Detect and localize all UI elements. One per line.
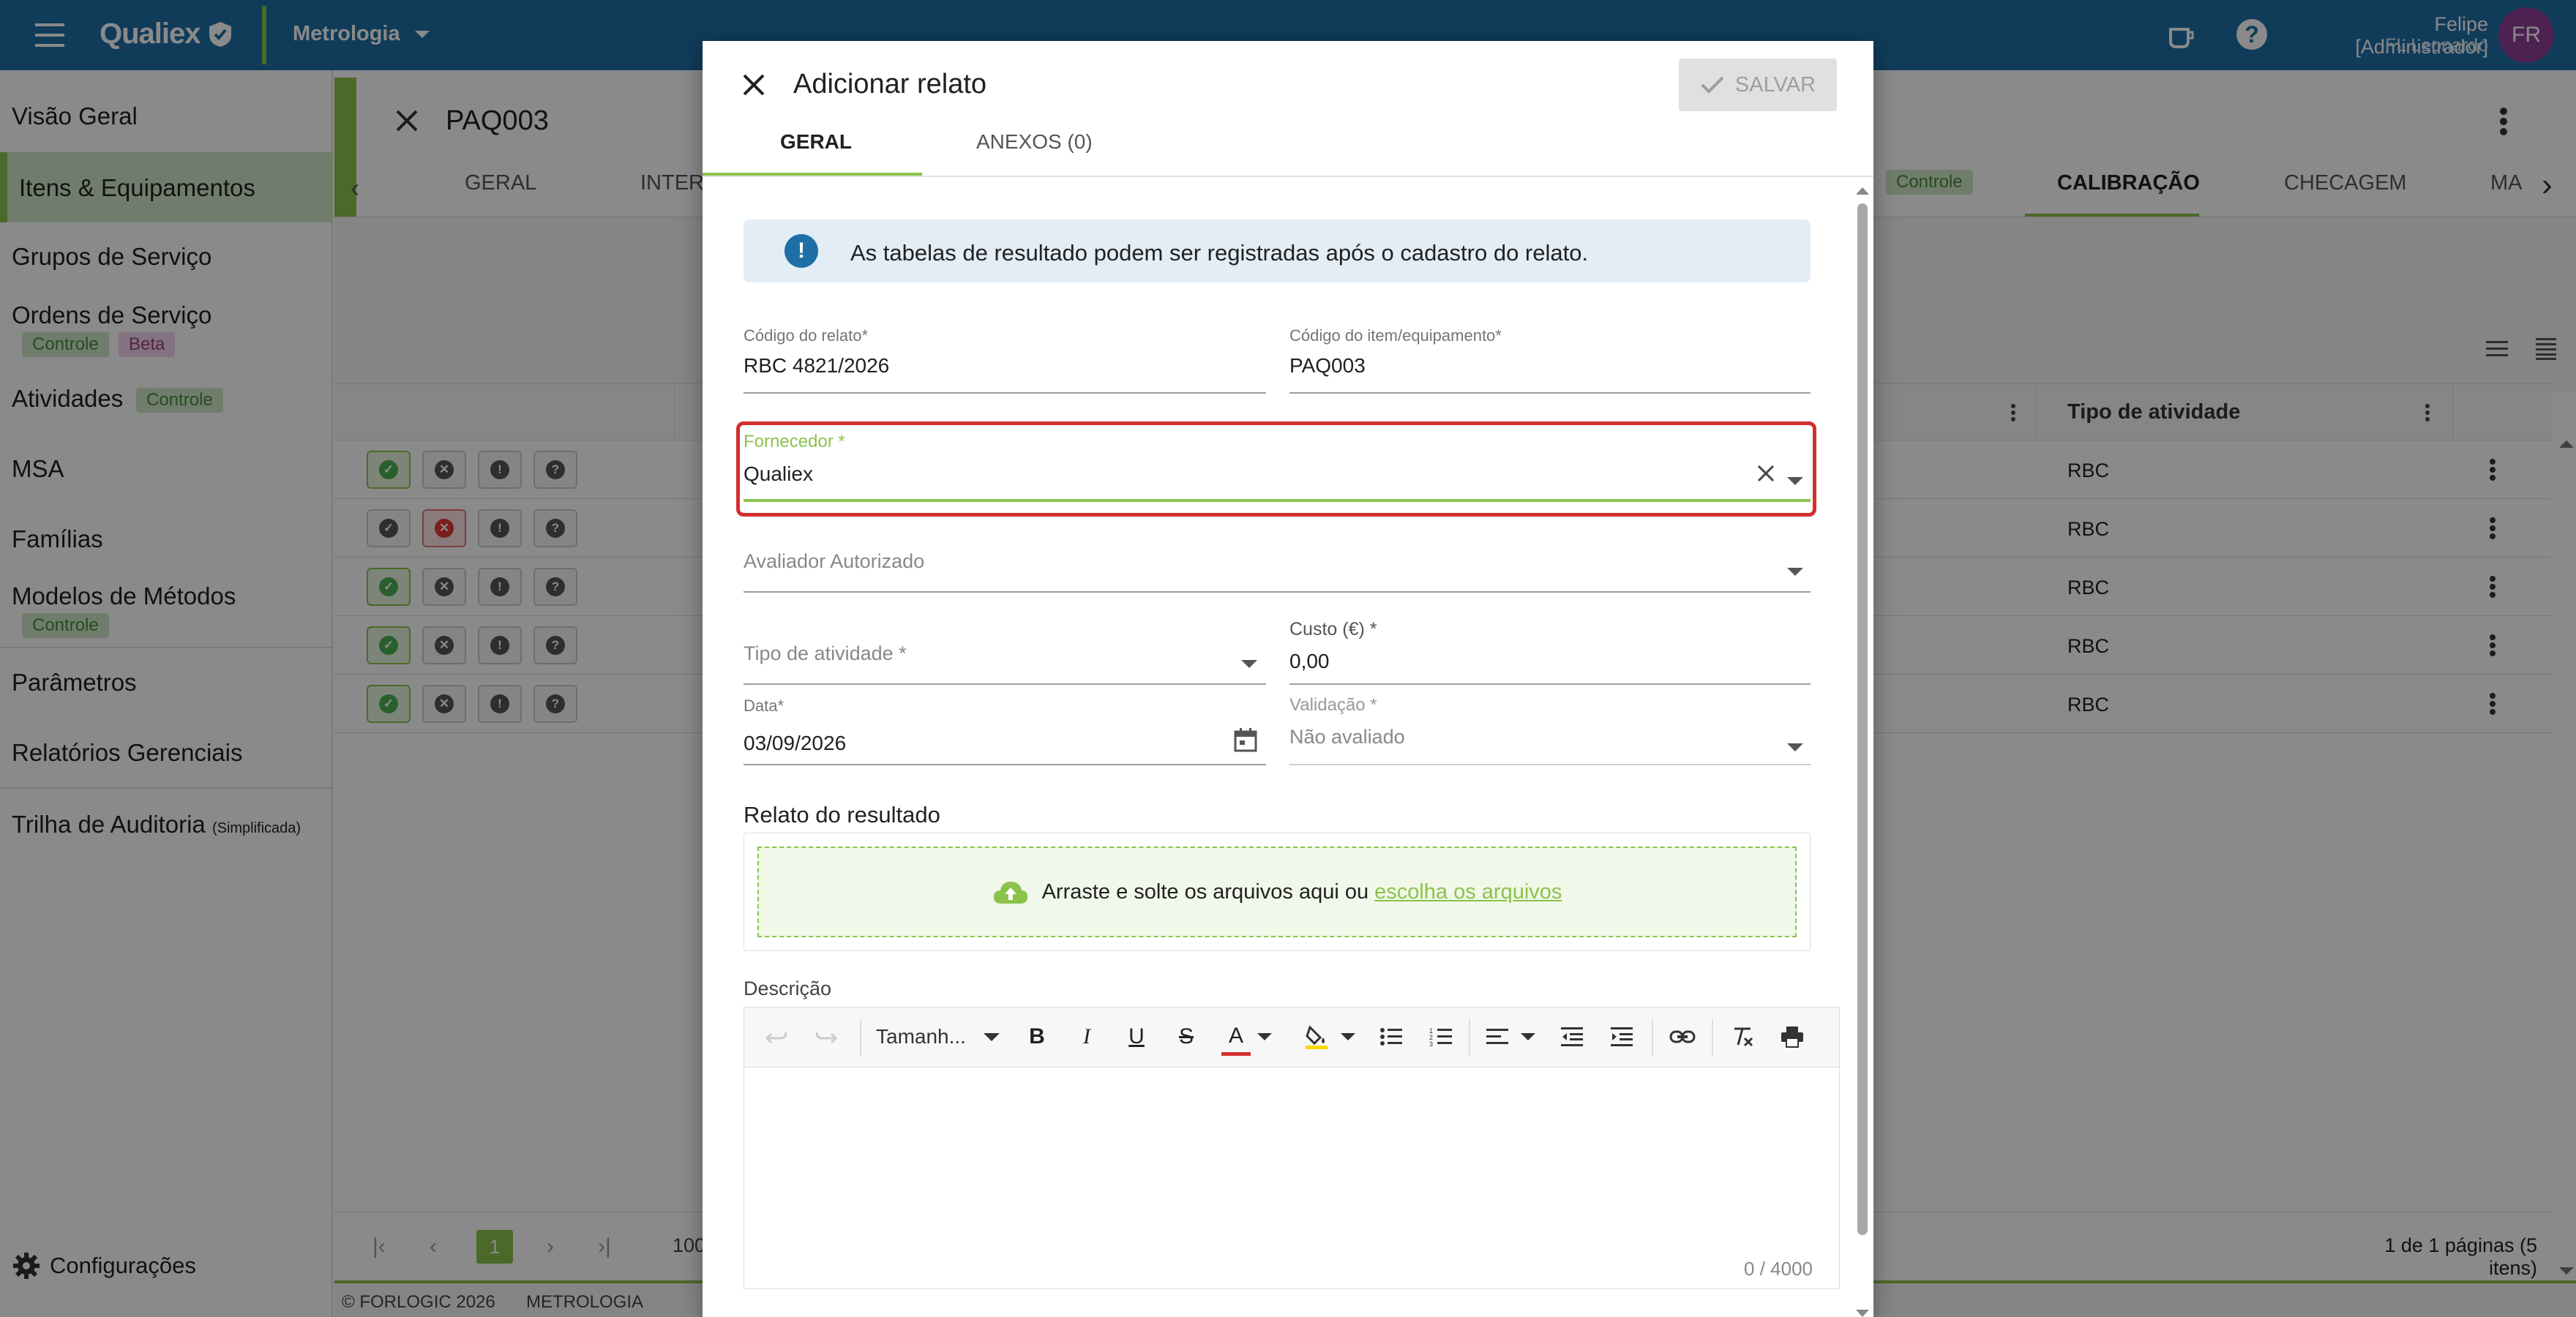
strikethrough-icon[interactable]: S [1172, 1008, 1201, 1066]
validation-label: Validação * [1289, 695, 1377, 715]
print-icon[interactable] [1778, 1008, 1807, 1066]
divider [1652, 1019, 1653, 1056]
numbered-list-icon[interactable]: 123 [1426, 1008, 1456, 1066]
choose-files-link[interactable]: escolha os arquivos [1374, 880, 1562, 904]
undo-icon[interactable] [762, 1008, 791, 1066]
clear-icon[interactable] [1756, 464, 1775, 483]
highlight-caret-icon[interactable] [1337, 1008, 1359, 1066]
cost-field[interactable]: 0,00 [1289, 650, 1330, 673]
divider [1289, 392, 1811, 394]
align-icon[interactable] [1483, 1008, 1513, 1066]
supplier-field[interactable]: Qualiex [744, 462, 813, 486]
supplier-dropdown-icon[interactable] [1787, 477, 1803, 485]
divider [1289, 764, 1811, 765]
evaluator-dropdown-icon[interactable] [1787, 568, 1803, 576]
result-section-title: Relato do resultado [744, 802, 940, 828]
date-field[interactable]: 03/09/2026 [744, 732, 846, 755]
divider [703, 176, 1873, 177]
validation-dropdown-icon[interactable] [1787, 743, 1803, 751]
divider [744, 392, 1266, 394]
scrollbar-thumb[interactable] [1857, 203, 1868, 1235]
tab-anexos[interactable]: ANEXOS (0) [976, 130, 1093, 154]
save-label: SALVAR [1734, 72, 1816, 97]
dropzone[interactable]: Arraste e solte os arquivos aqui ou esco… [757, 847, 1797, 937]
dropzone-text: Arraste e solte os arquivos aqui ou [1041, 879, 1369, 904]
dialog-title: Adicionar relato [793, 69, 987, 100]
validation-field[interactable]: Não avaliado [1289, 726, 1405, 748]
item-code-field[interactable]: PAQ003 [1289, 354, 1366, 378]
divider [1469, 1019, 1470, 1056]
divider [744, 499, 1811, 502]
description-label: Descrição [744, 978, 832, 999]
tab-geral[interactable]: GERAL [780, 130, 852, 154]
divider [860, 1019, 861, 1056]
caret-down-icon [983, 1032, 1000, 1041]
bullet-list-icon[interactable] [1377, 1008, 1406, 1066]
divider [744, 683, 1266, 685]
highlight-color-icon[interactable] [1302, 1008, 1331, 1066]
report-code-label: Código do relato* [744, 326, 869, 345]
indent-icon[interactable] [1608, 1008, 1637, 1066]
font-size-label: Tamanh... [876, 1025, 966, 1048]
check-icon [1700, 75, 1725, 94]
cost-label: Custo (€) * [1289, 619, 1377, 639]
rich-text-editor: Tamanh... B I U S A 123 0 / 4000 [744, 1007, 1840, 1289]
align-caret-icon[interactable] [1517, 1008, 1539, 1066]
evaluator-field[interactable]: Avaliador Autorizado [744, 550, 924, 573]
dialog-scrollbar[interactable] [1854, 184, 1871, 1317]
cloud-upload-icon [992, 879, 1029, 905]
calendar-icon[interactable] [1234, 727, 1257, 752]
bold-icon[interactable]: B [1022, 1008, 1052, 1066]
supplier-highlight [736, 421, 1816, 517]
underline-icon[interactable]: U [1122, 1008, 1151, 1066]
svg-text:3: 3 [1429, 1040, 1433, 1047]
add-report-dialog: Adicionar relato SALVAR GERAL ANEXOS (0)… [703, 41, 1873, 1317]
item-code-label: Código do item/equipamento* [1289, 326, 1502, 345]
dropzone-container: Arraste e solte os arquivos aqui ou esco… [744, 833, 1811, 951]
info-banner: ! As tabelas de resultado podem ser regi… [744, 220, 1811, 282]
divider [744, 764, 1266, 765]
save-button[interactable]: SALVAR [1679, 59, 1837, 111]
activity-type-dropdown-icon[interactable] [1241, 660, 1257, 668]
text-color-icon[interactable]: A [1221, 1019, 1251, 1056]
redo-icon[interactable] [812, 1008, 841, 1066]
char-count: 0 / 4000 [1744, 1258, 1813, 1280]
link-icon[interactable] [1666, 1008, 1699, 1066]
editor-content-area[interactable] [744, 1068, 1839, 1288]
editor-toolbar: Tamanh... B I U S A 123 [744, 1008, 1839, 1068]
text-color-caret-icon[interactable] [1254, 1008, 1276, 1066]
close-dialog-icon[interactable] [742, 73, 765, 97]
clear-format-icon[interactable] [1728, 1008, 1757, 1066]
date-label: Data* [744, 697, 785, 715]
report-code-field[interactable]: RBC 4821/2026 [744, 354, 889, 378]
divider [1289, 683, 1811, 685]
divider [1712, 1019, 1713, 1056]
activity-type-field[interactable]: Tipo de atividade * [744, 642, 907, 665]
font-size-select[interactable]: Tamanh... [876, 1008, 1008, 1066]
divider [744, 591, 1811, 593]
info-text: As tabelas de resultado podem ser regist… [850, 240, 1589, 266]
info-icon: ! [785, 234, 818, 268]
supplier-label: Fornecedor * [744, 432, 845, 451]
outdent-icon[interactable] [1558, 1008, 1587, 1066]
italic-icon[interactable]: I [1072, 1008, 1101, 1066]
